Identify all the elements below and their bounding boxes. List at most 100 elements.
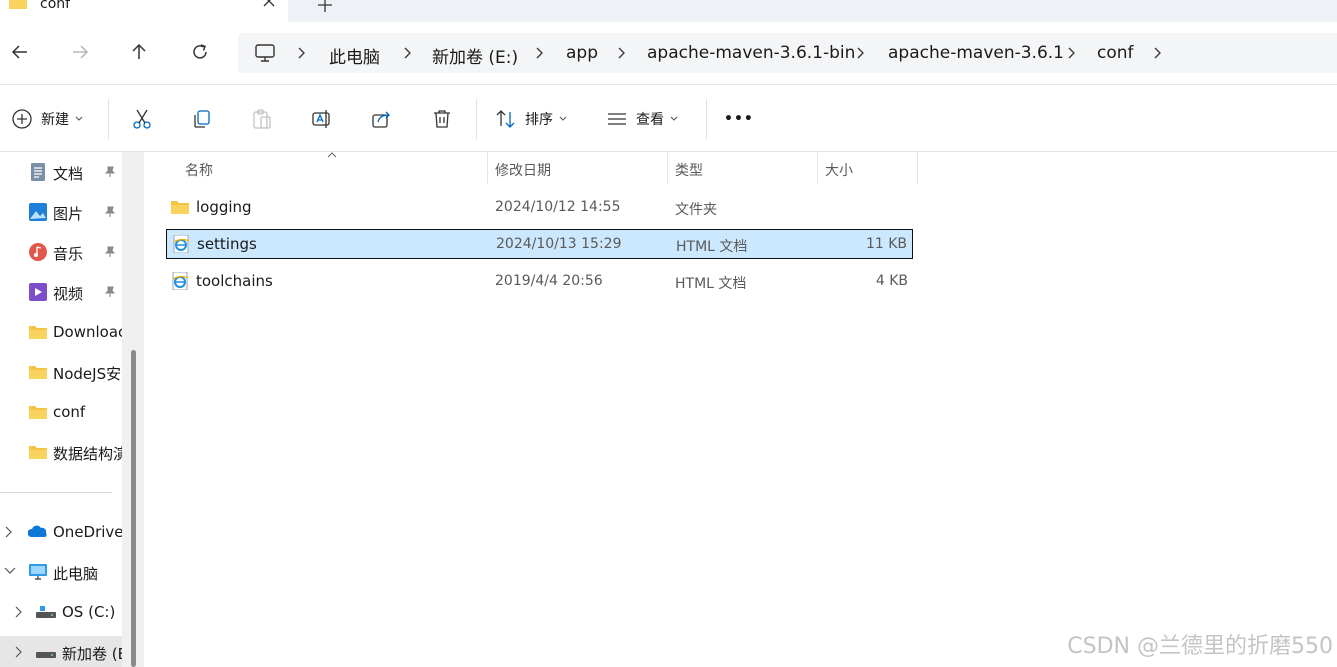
sidebar-item-this-pc[interactable]: 此电脑 [0, 556, 122, 588]
sidebar-item-music[interactable]: 音乐 [0, 236, 122, 268]
sidebar-item-data-structures[interactable]: 数据结构演 [0, 436, 122, 468]
drive-icon [36, 606, 56, 618]
new-tab-icon[interactable] [316, 0, 334, 14]
sidebar-item-drive-e[interactable]: 新加卷 (E [0, 636, 122, 667]
navigation-pane: 文档 图片 音乐 视频 Downloac NodeJS安 conf 数据结构演 … [0, 152, 122, 667]
breadcrumb-conf[interactable]: conf [1097, 43, 1134, 63]
tab-title: conf [40, 0, 71, 12]
sidebar-item-downloads[interactable]: Downloac [0, 316, 122, 348]
column-header-modified[interactable]: 修改日期 [488, 152, 667, 184]
chevron-right-icon[interactable] [14, 646, 22, 658]
sidebar-divider [0, 492, 112, 493]
pin-icon[interactable] [104, 206, 116, 218]
file-row-selected[interactable]: settings 2024/10/13 15:29 HTML 文档 11 KB [166, 229, 913, 259]
sidebar-item-documents[interactable]: 文档 [0, 156, 122, 188]
column-header-label: 类型 [675, 163, 703, 179]
cut-button[interactable] [131, 107, 153, 131]
music-icon [29, 243, 47, 261]
onedrive-icon [28, 525, 47, 537]
breadcrumb-maven-bin[interactable]: apache-maven-3.6.1-bin [647, 43, 855, 63]
drive-icon [36, 652, 56, 658]
sort-icon [496, 110, 515, 128]
view-button[interactable]: 查看 [606, 107, 678, 131]
html-file-icon [173, 235, 190, 253]
sidebar-item-label: 文档 [53, 165, 84, 183]
new-label: 新建 [41, 112, 69, 128]
chevron-right-icon[interactable] [1152, 47, 1162, 59]
column-divider[interactable] [917, 152, 918, 184]
sidebar-scrollbar-thumb[interactable] [131, 350, 136, 667]
breadcrumb-app[interactable]: app [566, 43, 598, 63]
toolbar-divider [108, 99, 109, 139]
more-options-button[interactable]: ••• [724, 107, 754, 131]
breadcrumb-this-pc[interactable]: 此电脑 [329, 43, 380, 68]
address-bar[interactable]: 此电脑 新加卷 (E:) app apache-maven-3.6.1-bin … [238, 33, 1337, 73]
arrow-left-icon [11, 45, 27, 59]
pin-icon[interactable] [104, 246, 116, 258]
videos-icon [29, 283, 47, 301]
add-icon [12, 109, 32, 129]
tab-conf[interactable]: conf [0, 0, 288, 22]
column-header-type[interactable]: 类型 [668, 152, 817, 184]
paste-button[interactable] [251, 107, 273, 131]
sidebar-item-videos[interactable]: 视频 [0, 276, 122, 308]
rename-button[interactable] [311, 107, 333, 131]
delete-button[interactable] [431, 107, 453, 131]
sidebar-item-label: conf [53, 403, 86, 421]
navigation-bar: 此电脑 新加卷 (E:) app apache-maven-3.6.1-bin … [0, 22, 1337, 84]
sidebar-item-label: 视频 [53, 285, 84, 303]
file-size: 4 KB [875, 273, 908, 289]
chevron-right-icon [1068, 47, 1075, 59]
folder-icon [29, 446, 47, 459]
file-size: 11 KB [865, 236, 907, 252]
arrow-right-icon [73, 45, 89, 59]
chevron-right-icon [404, 47, 411, 59]
sidebar-item-label: OneDrive [53, 523, 122, 541]
pin-icon[interactable] [104, 166, 116, 178]
forward-button[interactable] [68, 40, 92, 64]
sidebar-item-onedrive[interactable]: OneDrive [0, 516, 122, 548]
column-header-size[interactable]: 大小 [818, 152, 917, 184]
pin-icon[interactable] [104, 286, 116, 298]
breadcrumb-maven[interactable]: apache-maven-3.6.1 [888, 43, 1064, 63]
column-header-name[interactable]: 名称 [144, 152, 487, 184]
sort-button[interactable]: 排序 [495, 107, 567, 131]
view-label: 查看 [636, 112, 664, 128]
chevron-right-icon [618, 47, 625, 59]
file-type: HTML 文档 [676, 239, 748, 255]
breadcrumb-drive-e[interactable]: 新加卷 (E:) [432, 43, 518, 68]
share-button[interactable] [371, 107, 393, 131]
sidebar-item-label: 此电脑 [53, 565, 99, 583]
rename-icon [312, 110, 330, 128]
up-button[interactable] [127, 40, 151, 64]
sidebar-item-label: 新加卷 (E [62, 645, 122, 663]
file-row[interactable]: logging 2024/10/12 14:55 文件夹 [166, 193, 913, 223]
copy-button[interactable] [191, 107, 213, 131]
column-header-label: 大小 [825, 163, 853, 179]
trash-icon [434, 110, 450, 128]
refresh-button[interactable] [188, 40, 212, 64]
close-icon[interactable] [262, 0, 276, 8]
paste-icon [253, 109, 271, 129]
toolbar-divider [706, 99, 707, 139]
folder-icon [29, 406, 47, 419]
chevron-down-icon [559, 116, 567, 121]
chevron-right-icon [857, 47, 864, 59]
sidebar-item-label: OS (C:) [62, 603, 116, 621]
view-list-icon [608, 113, 626, 125]
sidebar-item-drive-c[interactable]: OS (C:) [0, 596, 122, 628]
file-type: 文件夹 [675, 202, 717, 218]
sidebar-item-conf[interactable]: conf [0, 396, 122, 428]
watermark: CSDN @兰德里的折磨550 [1067, 634, 1333, 659]
chevron-right-icon[interactable] [4, 526, 12, 538]
file-modified: 2019/4/4 20:56 [495, 273, 603, 289]
sidebar-item-pictures[interactable]: 图片 [0, 196, 122, 228]
command-bar: 新建 排序 查看 ••• [0, 84, 1337, 152]
chevron-down-icon[interactable] [4, 566, 16, 574]
new-button[interactable]: 新建 [11, 107, 83, 131]
sidebar-item-nodejs[interactable]: NodeJS安 [0, 356, 122, 388]
chevron-right-icon[interactable] [14, 606, 22, 618]
chevron-down-icon [670, 116, 678, 121]
file-row[interactable]: toolchains 2019/4/4 20:56 HTML 文档 4 KB [166, 267, 913, 297]
back-button[interactable] [8, 40, 32, 64]
